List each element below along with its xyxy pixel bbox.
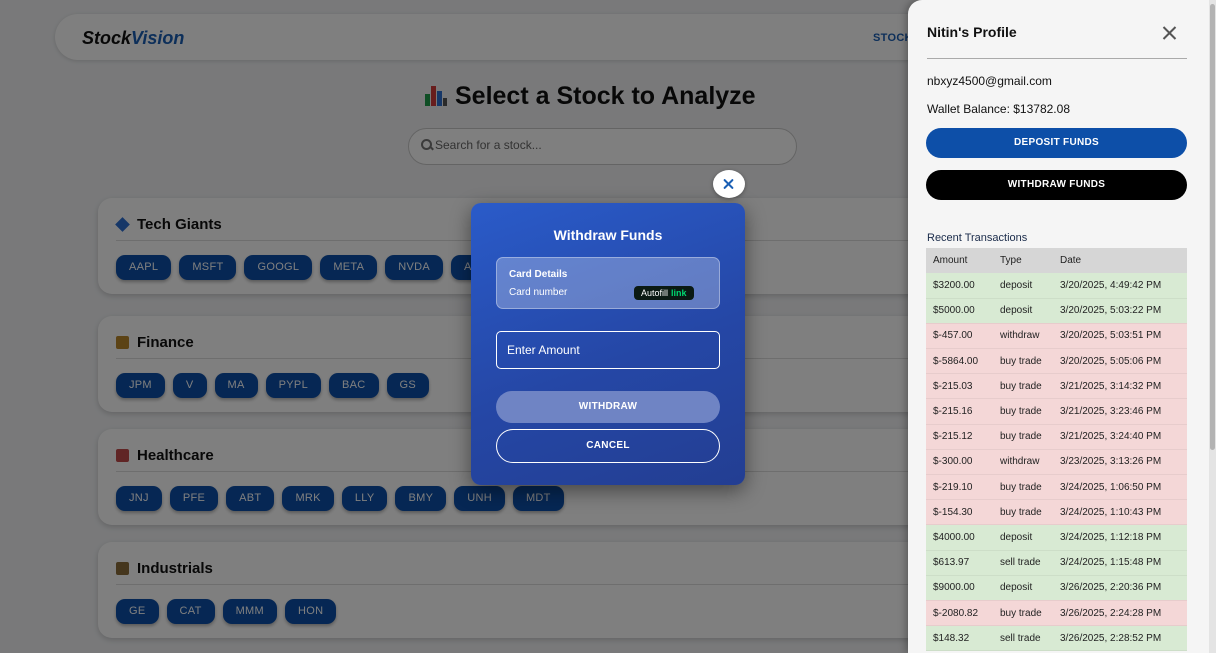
table-row: $3200.00 deposit 3/20/2025, 4:49:42 PM	[926, 273, 1187, 299]
withdraw-funds-button[interactable]: WITHDRAW FUNDS	[926, 170, 1187, 200]
transaction-date: 3/24/2025, 1:15:48 PM	[1053, 550, 1187, 576]
transaction-type: buy trade	[993, 499, 1053, 526]
withdraw-modal: Withdraw Funds Card Details Card number …	[471, 203, 745, 485]
transaction-amount: $-300.00	[926, 449, 993, 476]
transaction-date: 3/21/2025, 3:24:40 PM	[1053, 424, 1187, 450]
transaction-amount: $9000.00	[926, 575, 993, 601]
transaction-amount: $-154.30	[926, 499, 993, 526]
transaction-date: 3/26/2025, 2:24:28 PM	[1053, 600, 1187, 627]
table-header-row: Amount Type Date	[926, 248, 1187, 273]
transaction-amount: $3200.00	[926, 273, 993, 299]
transaction-type: sell trade	[993, 625, 1053, 652]
transaction-date: 3/23/2025, 3:13:26 PM	[1053, 449, 1187, 476]
transaction-date: 3/24/2025, 1:10:43 PM	[1053, 499, 1187, 526]
amount-input[interactable]	[496, 331, 720, 369]
transaction-amount: $-219.10	[926, 474, 993, 501]
transaction-amount: $-457.00	[926, 323, 993, 350]
table-row: $-457.00 withdraw 3/20/2025, 5:03:51 PM	[926, 323, 1187, 350]
transaction-type: buy trade	[993, 373, 1053, 400]
profile-divider	[927, 58, 1187, 59]
transaction-amount: $-2080.82	[926, 600, 993, 627]
transaction-type: deposit	[993, 575, 1053, 601]
modal-close-icon[interactable]	[713, 170, 745, 198]
profile-title: Nitin's Profile	[927, 24, 1017, 40]
modal-title: Withdraw Funds	[553, 227, 663, 243]
card-number-label: Card number	[509, 287, 568, 298]
transaction-type: buy trade	[993, 424, 1053, 450]
transaction-type: withdraw	[993, 323, 1053, 350]
table-row: $9000.00 deposit 3/26/2025, 2:20:36 PM	[926, 575, 1187, 601]
transaction-type: deposit	[993, 273, 1053, 299]
card-details-box[interactable]: Card Details Card number Autofill link	[496, 257, 720, 309]
transaction-date: 3/21/2025, 3:14:32 PM	[1053, 373, 1187, 400]
table-row: $-2080.82 buy trade 3/26/2025, 2:24:28 PM	[926, 600, 1187, 627]
transaction-date: 3/20/2025, 5:05:06 PM	[1053, 348, 1187, 375]
table-row: $-154.30 buy trade 3/24/2025, 1:10:43 PM	[926, 499, 1187, 526]
column-header-date: Date	[1053, 248, 1187, 273]
table-row: $5000.00 deposit 3/20/2025, 5:03:22 PM	[926, 298, 1187, 324]
transaction-date: 3/20/2025, 5:03:22 PM	[1053, 298, 1187, 324]
transaction-type: buy trade	[993, 600, 1053, 627]
cancel-button[interactable]: CANCEL	[496, 429, 720, 463]
transaction-date: 3/24/2025, 1:12:18 PM	[1053, 524, 1187, 551]
transactions-body: $3200.00 deposit 3/20/2025, 4:49:42 PM $500…	[926, 273, 1187, 652]
table-row: $-5864.00 buy trade 3/20/2025, 5:05:06 PM	[926, 348, 1187, 375]
link-text: link	[671, 288, 687, 298]
transaction-date: 3/24/2025, 1:06:50 PM	[1053, 474, 1187, 501]
transaction-amount: $613.97	[926, 550, 993, 576]
transaction-type: deposit	[993, 524, 1053, 551]
profile-panel: Nitin's Profile nbxyz4500@gmail.com Wall…	[908, 0, 1216, 653]
scrollbar[interactable]	[1209, 0, 1216, 653]
transactions-table: Amount Type Date $3200.00 deposit 3/20/202…	[926, 248, 1187, 652]
transaction-type: withdraw	[993, 449, 1053, 476]
table-row: $-215.12 buy trade 3/21/2025, 3:24:40 PM	[926, 424, 1187, 450]
transaction-date: 3/26/2025, 2:20:36 PM	[1053, 575, 1187, 601]
transaction-type: deposit	[993, 298, 1053, 324]
table-row: $-219.10 buy trade 3/24/2025, 1:06:50 PM	[926, 474, 1187, 501]
transaction-amount: $4000.00	[926, 524, 993, 551]
transaction-date: 3/26/2025, 2:28:52 PM	[1053, 625, 1187, 652]
transaction-amount: $-215.03	[926, 373, 993, 400]
table-row: $148.32 sell trade 3/26/2025, 2:28:52 PM	[926, 625, 1187, 652]
table-row: $-215.16 buy trade 3/21/2025, 3:23:46 PM	[926, 398, 1187, 425]
table-row: $-215.03 buy trade 3/21/2025, 3:14:32 PM	[926, 373, 1187, 400]
transaction-amount: $-215.12	[926, 424, 993, 450]
autofill-text: Autofill	[641, 288, 669, 298]
transaction-type: buy trade	[993, 348, 1053, 375]
transactions-heading: Recent Transactions	[927, 232, 1028, 244]
transaction-type: sell trade	[993, 550, 1053, 576]
table-row: $-300.00 withdraw 3/23/2025, 3:13:26 PM	[926, 449, 1187, 476]
transaction-amount: $148.32	[926, 625, 993, 652]
transaction-date: 3/21/2025, 3:23:46 PM	[1053, 398, 1187, 425]
withdraw-button[interactable]: WITHDRAW	[496, 391, 720, 423]
transaction-type: buy trade	[993, 398, 1053, 425]
deposit-funds-button[interactable]: DEPOSIT FUNDS	[926, 128, 1187, 158]
card-details-title: Card Details	[509, 269, 568, 280]
transaction-date: 3/20/2025, 4:49:42 PM	[1053, 273, 1187, 299]
wallet-balance: Wallet Balance: $13782.08	[927, 102, 1070, 116]
scrollbar-thumb[interactable]	[1210, 4, 1215, 450]
transaction-amount: $-215.16	[926, 398, 993, 425]
profile-email: nbxyz4500@gmail.com	[927, 74, 1052, 88]
transaction-amount: $5000.00	[926, 298, 993, 324]
transaction-amount: $-5864.00	[926, 348, 993, 375]
column-header-amount: Amount	[926, 248, 993, 273]
transaction-date: 3/20/2025, 5:03:51 PM	[1053, 323, 1187, 350]
table-row: $613.97 sell trade 3/24/2025, 1:15:48 PM	[926, 550, 1187, 576]
close-icon[interactable]	[1160, 24, 1178, 42]
transaction-type: buy trade	[993, 474, 1053, 501]
column-header-type: Type	[993, 248, 1053, 273]
autofill-link-button[interactable]: Autofill link	[634, 286, 694, 300]
table-row: $4000.00 deposit 3/24/2025, 1:12:18 PM	[926, 524, 1187, 551]
